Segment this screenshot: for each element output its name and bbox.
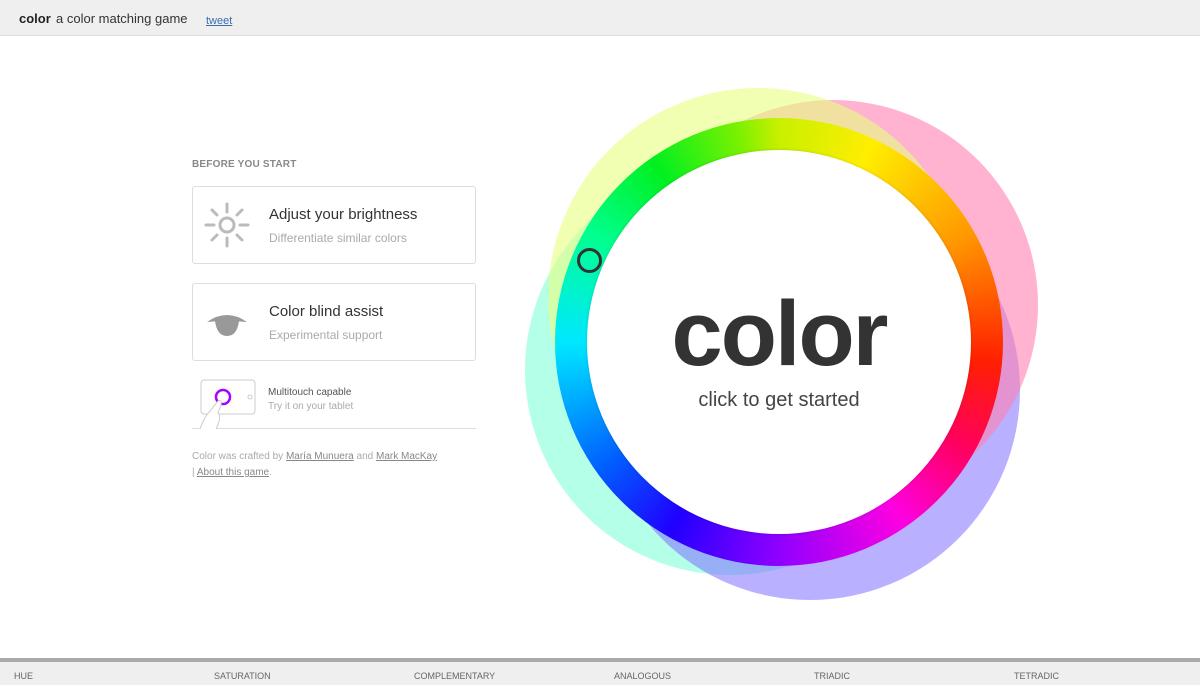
multitouch-title: Multitouch capable (268, 387, 352, 398)
brightness-card[interactable]: Adjust your brightness Differentiate sim… (192, 186, 476, 264)
credit-text: Color was crafted by (192, 451, 284, 462)
credit-text: . (269, 467, 272, 478)
eye-icon (207, 315, 247, 336)
sun-icon (204, 202, 250, 248)
mode-complementary[interactable]: COMPLEMENTARY (414, 671, 495, 681)
mode-bar: HUE SATURATION COMPLEMENTARY ANALOGOUS T… (0, 658, 1200, 685)
mode-saturation[interactable]: SATURATION (214, 671, 271, 681)
colorblind-card[interactable]: Color blind assist Experimental support (192, 283, 476, 361)
mode-triadic[interactable]: TRIADIC (814, 671, 850, 681)
multitouch-subtitle: Try it on your tablet (268, 401, 354, 412)
header-bar: color a color matching game tweet (0, 0, 1200, 36)
credit-text: and (356, 451, 374, 462)
tweet-link[interactable]: tweet (206, 15, 232, 27)
card-subtitle: Differentiate similar colors (269, 231, 407, 245)
multitouch-info: Multitouch capable Try it on your tablet (192, 377, 476, 429)
tablet-touch-icon (199, 379, 256, 429)
color-wheel: color click to get started (0, 0, 1200, 650)
mode-hue[interactable]: HUE (14, 671, 33, 681)
about-link[interactable]: About this game (197, 467, 269, 478)
brand: color (19, 11, 51, 26)
mode-tetradic[interactable]: TETRADIC (1014, 671, 1059, 681)
start-button[interactable] (587, 150, 971, 534)
intro-panel: BEFORE YOU START Adjust your brightness … (192, 159, 476, 478)
card-title: Adjust your brightness (269, 206, 418, 223)
credits: Color was crafted by María Munuera and M… (192, 449, 476, 481)
card-title: Color blind assist (269, 303, 384, 320)
author-link[interactable]: Mark MacKay (376, 451, 437, 462)
mode-analogous[interactable]: ANALOGOUS (614, 671, 671, 681)
card-subtitle: Experimental support (269, 328, 383, 342)
intro-heading: BEFORE YOU START (192, 159, 297, 170)
author-link[interactable]: María Munuera (286, 451, 354, 462)
separator: | (192, 467, 195, 478)
tagline: a color matching game (56, 11, 188, 26)
